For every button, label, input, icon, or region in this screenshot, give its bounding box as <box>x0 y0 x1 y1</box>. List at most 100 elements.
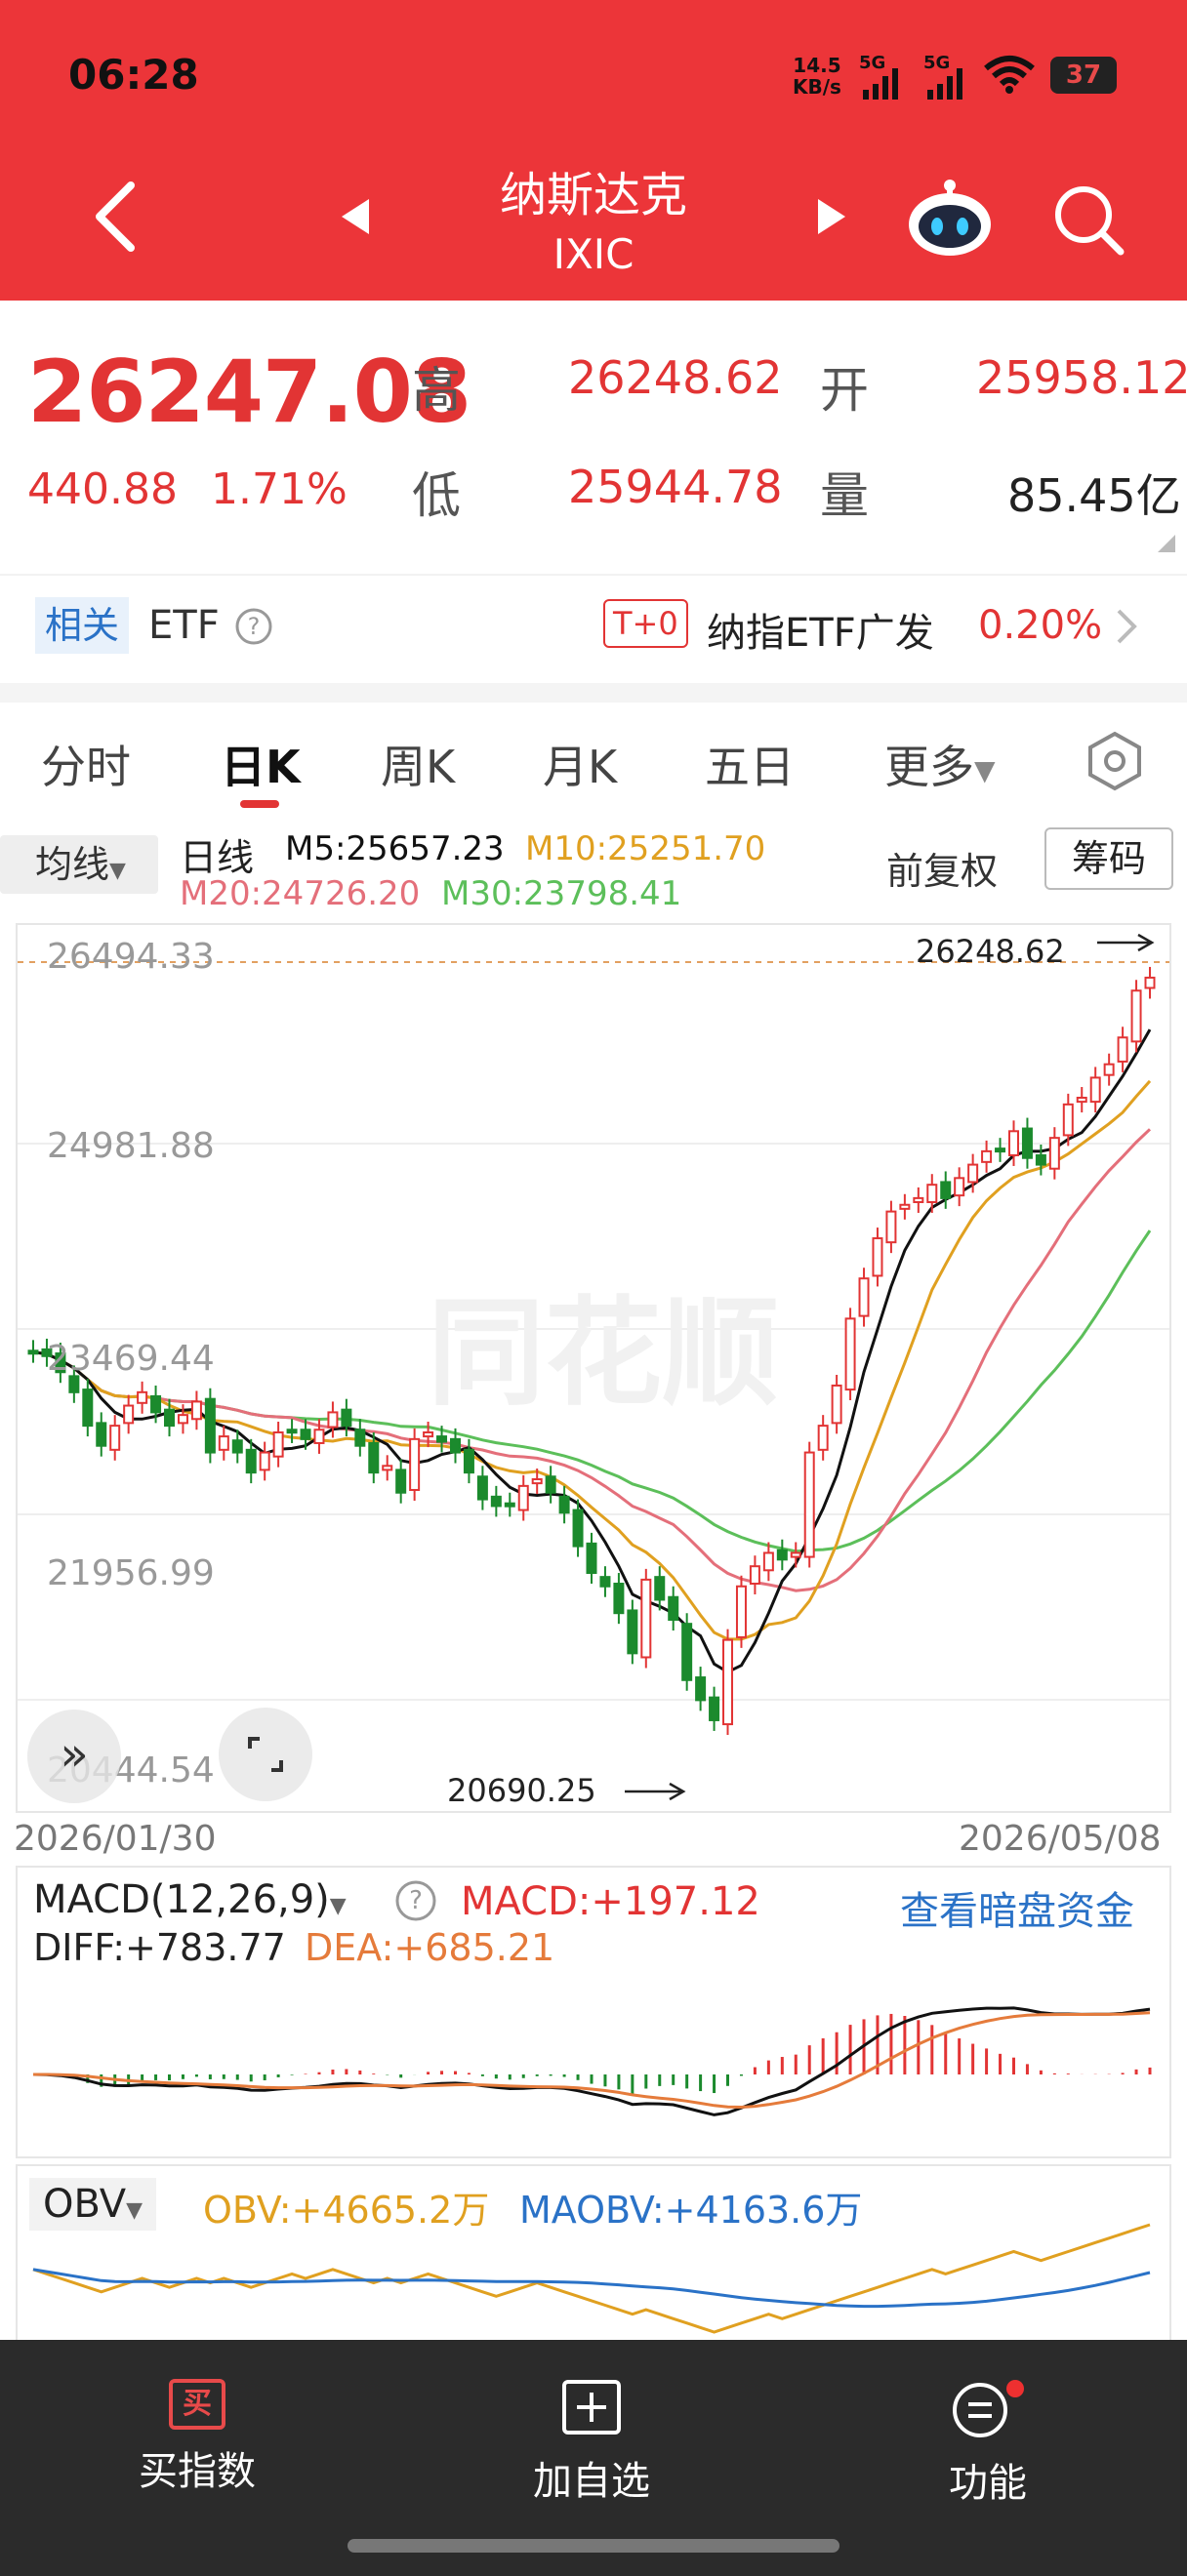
related-etf-bar[interactable]: 相关 ETF ? T+0 纳指ETF广发 0.20% <box>0 574 1187 691</box>
candle <box>259 1441 270 1481</box>
maobv-value: MAOBV:+4163.6万 <box>519 2189 863 2232</box>
status-bar: 06:28 14.5 KB/s 5G 5G 37 <box>0 0 1187 146</box>
macd-svg <box>32 2006 1152 2116</box>
price-change-pct: 1.71% <box>211 464 348 514</box>
obv-panel[interactable]: OBV▼ OBV:+4665.2万 MAOBV:+4163.6万 <box>16 2164 1171 2340</box>
candle <box>995 1138 1006 1162</box>
tab-weekly-k[interactable]: 周K <box>381 732 455 796</box>
period-label: 日线 <box>180 836 255 879</box>
signal-5g-1: 5G <box>859 53 898 100</box>
expand-corner-icon[interactable] <box>1156 533 1177 554</box>
dropdown-icon: ▼ <box>974 754 996 786</box>
candle <box>204 1388 216 1464</box>
candle <box>545 1466 556 1504</box>
candle <box>885 1200 897 1254</box>
candle <box>954 1167 965 1207</box>
candle <box>913 1187 924 1213</box>
kline-chart[interactable]: 同花顺 26248.62 20690.25 26494.33 24981.88 … <box>16 923 1171 1813</box>
candle <box>681 1613 693 1691</box>
candle <box>286 1419 298 1443</box>
etf-label: ETF <box>148 603 220 648</box>
watermark: 同花顺 <box>428 1286 779 1422</box>
candle <box>1076 1087 1087 1113</box>
ma-selector[interactable]: 均线▼ <box>0 835 158 894</box>
section-divider <box>0 683 1187 704</box>
y-tick: 21956.99 <box>47 1553 215 1593</box>
buy-index-button[interactable]: 买 买指数 <box>80 2379 314 2496</box>
candle <box>872 1228 883 1287</box>
buy-index-label: 买指数 <box>139 2449 256 2494</box>
candle <box>82 1379 94 1437</box>
diff-line <box>32 2006 1151 2116</box>
fullscreen-button[interactable] <box>217 1706 314 1803</box>
adjust-mode[interactable]: 前复权 <box>886 841 998 895</box>
stock-code: IXIC <box>553 230 634 278</box>
t0-badge: T+0 <box>603 599 688 648</box>
macd-panel[interactable]: MACD(12,26,9)▼ ? MACD:+197.12 查看暗盘资金 DIF… <box>16 1866 1171 2158</box>
ma30-value: M30:23798.41 <box>441 874 682 913</box>
svg-text:?: ? <box>248 613 261 640</box>
function-button[interactable]: 功能 <box>871 2379 1105 2508</box>
candle <box>190 1390 202 1430</box>
tab-five-day[interactable]: 五日 <box>705 732 795 796</box>
chevron-right-icon[interactable] <box>1115 607 1140 646</box>
candle <box>490 1485 502 1517</box>
robot-assistant-icon[interactable] <box>906 174 994 262</box>
ma20-value: M20:24726.20 <box>180 874 421 913</box>
net-speed: 14.5 KB/s <box>793 54 841 99</box>
next-stock-icon[interactable] <box>814 197 849 236</box>
candle <box>668 1586 679 1631</box>
search-icon[interactable] <box>1052 183 1126 258</box>
etf-change: 0.20% <box>978 603 1103 648</box>
y-tick: 23469.44 <box>47 1339 215 1379</box>
add-watchlist-label: 加自选 <box>533 2459 650 2504</box>
expand-sidebar-button[interactable]: » <box>27 1710 121 1803</box>
volume-label: 量 <box>820 467 869 524</box>
x-start-date: 2026/01/30 <box>14 1819 217 1859</box>
add-watchlist-button[interactable]: 加自选 <box>474 2379 709 2506</box>
candle <box>981 1140 993 1173</box>
max-marker: 26248.62 <box>916 933 1065 970</box>
help-icon[interactable]: ? <box>234 607 273 646</box>
candle <box>709 1686 720 1731</box>
settings-hexagon-icon[interactable] <box>1084 730 1146 792</box>
tab-daily-k[interactable]: 日K <box>221 732 301 796</box>
chips-button[interactable]: 筹码 <box>1044 827 1173 890</box>
candle <box>1089 1067 1101 1113</box>
signal-icon <box>927 68 962 100</box>
candle <box>627 1599 638 1665</box>
obv-selector[interactable]: OBV▼ <box>29 2178 156 2231</box>
candle <box>109 1415 121 1461</box>
candle <box>272 1422 284 1468</box>
low-label: 低 <box>412 467 461 524</box>
candle <box>640 1568 652 1669</box>
obv-line <box>32 2223 1151 2334</box>
candle <box>749 1555 760 1594</box>
app-header: 06:28 14.5 KB/s 5G 5G 37 纳斯达克 IXIC <box>0 0 1187 301</box>
candle <box>762 1542 774 1582</box>
wifi-icon <box>984 56 1035 94</box>
candle <box>722 1629 734 1736</box>
candle <box>1103 1053 1115 1086</box>
candle <box>1130 980 1142 1053</box>
tab-intraday[interactable]: 分时 <box>41 732 131 796</box>
candle <box>599 1566 611 1597</box>
candle <box>776 1539 788 1571</box>
add-square-icon <box>562 2380 621 2435</box>
signal-icon <box>863 68 898 100</box>
candle <box>1048 1127 1060 1180</box>
candle <box>831 1374 842 1434</box>
candle <box>1021 1117 1033 1169</box>
period-tabs: 分时 日K 周K 月K 五日 更多▼ <box>0 703 1187 810</box>
candle <box>409 1428 421 1501</box>
min-arrow-icon <box>625 1782 686 1801</box>
tab-monthly-k[interactable]: 月K <box>543 732 617 796</box>
open-value: 25958.12 <box>976 351 1187 404</box>
candle <box>382 1455 393 1481</box>
menu-circle-icon <box>953 2380 1024 2437</box>
function-label: 功能 <box>949 2461 1027 2506</box>
signal-5g-2: 5G <box>923 53 962 100</box>
tab-more[interactable]: 更多▼ <box>884 732 996 796</box>
bottom-action-bar: 买 买指数 加自选 功能 <box>0 2340 1187 2576</box>
y-tick: 26494.33 <box>47 937 215 977</box>
